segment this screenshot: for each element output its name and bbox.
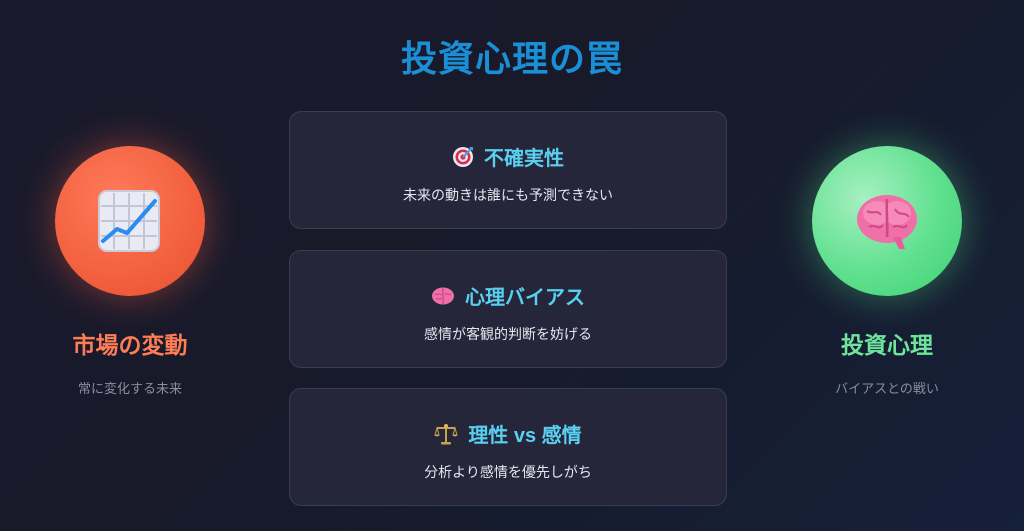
psychology-circle — [812, 146, 962, 296]
card-title: 心理バイアス — [465, 287, 585, 309]
brain-icon — [432, 287, 454, 304]
card-reason-vs-emotion: 理性 vs 感情 分析より感情を優先しがち — [289, 388, 727, 506]
psychology-subtitle: バイアスとの戦い — [835, 381, 939, 396]
card-uncertainty: 不確実性 未来の動きは誰にも予測できない — [289, 111, 727, 229]
investment-psychology-panel: 投資心理 バイアスとの戦い — [797, 146, 977, 397]
market-subtitle: 常に変化する未来 — [77, 381, 182, 396]
market-volatility-panel: 市場の変動 常に変化する未来 — [40, 146, 220, 397]
page-title: 投資心理の罠 — [400, 38, 623, 79]
card-title: 不確実性 — [484, 148, 564, 170]
card-description: 未来の動きは誰にも予測できない — [403, 187, 613, 203]
card-description: 感情が客観的判断を妨げる — [424, 326, 592, 342]
market-title: 市場の変動 — [72, 332, 188, 358]
card-psychological-bias: 心理バイアス 感情が客観的判断を妨げる — [289, 250, 727, 368]
psychology-title: 投資心理 — [841, 332, 933, 358]
card-title: 理性 vs 感情 — [468, 425, 582, 447]
card-description: 分析より感情を優先しがち — [424, 464, 592, 480]
market-circle — [55, 146, 205, 296]
target-icon — [453, 146, 473, 167]
scales-icon — [434, 423, 458, 444]
chart-increasing-icon — [98, 190, 160, 252]
brain-icon — [857, 195, 917, 249]
